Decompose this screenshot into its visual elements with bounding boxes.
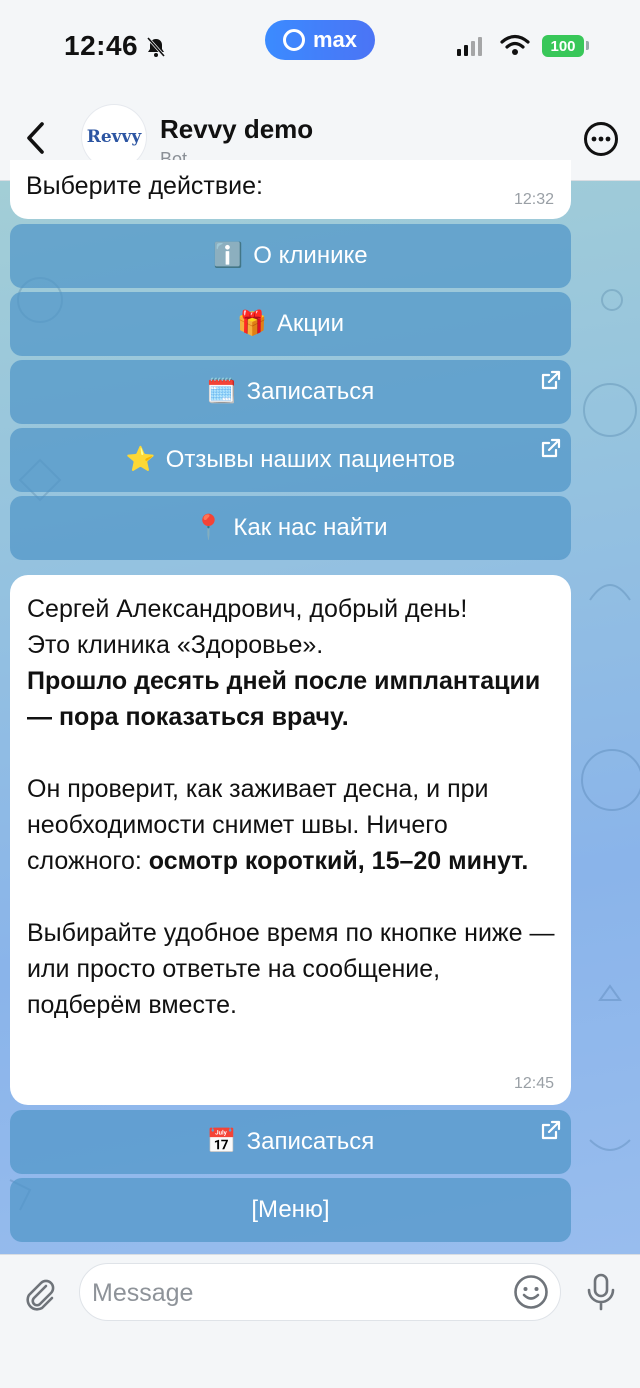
message-bold-text: осмотр короткий, 15–20 минут.: [148, 847, 529, 875]
keyboard-button-label: Как нас найти: [233, 514, 388, 541]
keyboard-button-label: [Меню]: [251, 1196, 330, 1223]
max-app-pill[interactable]: max: [265, 20, 375, 60]
chat-title[interactable]: Revvy demo: [160, 114, 313, 145]
star-icon: ⭐: [125, 446, 156, 473]
back-button[interactable]: [18, 118, 52, 158]
keyboard-button-find-us[interactable]: 📍 Как нас найти: [10, 496, 571, 560]
message-time: 12:32: [513, 191, 554, 208]
external-link-icon: [541, 1120, 561, 1140]
message-input-container[interactable]: [79, 1263, 561, 1322]
smiley-icon[interactable]: [513, 1274, 549, 1310]
message-paragraph: Выбирайте удобное время по кнопке ниже —…: [27, 919, 555, 1019]
battery-tip: [586, 41, 589, 50]
message-input[interactable]: [90, 1264, 494, 1322]
message-line: Сергей Александрович, добрый день!: [27, 595, 468, 623]
keyboard-button-book[interactable]: 📅 Записаться: [10, 1110, 571, 1174]
bell-off-icon: [146, 37, 166, 57]
message-bold-text: Прошло десять дней после имплантации — п…: [27, 667, 541, 731]
keyboard-button-label: Записаться: [246, 1128, 375, 1155]
battery-indicator: 100: [542, 35, 584, 57]
message-text: Выберите действие:: [26, 172, 263, 200]
message-bubble: Сергей Александрович, добрый день! Это к…: [10, 575, 571, 1105]
message-text: Сергей Александрович, добрый день! Это к…: [27, 591, 557, 1023]
status-time: 12:46: [64, 30, 139, 61]
external-link-icon: [541, 438, 561, 458]
keyboard-button-label: Отзывы наших пациентов: [165, 446, 456, 473]
keyboard-button-book[interactable]: 🗓️ Записаться: [10, 360, 571, 424]
pin-icon: 📍: [193, 514, 224, 541]
external-link-icon: [541, 370, 561, 390]
cellular-signal-icon: [457, 36, 482, 56]
microphone-icon[interactable]: [584, 1272, 618, 1312]
chevron-left-icon: [27, 122, 44, 154]
keyboard-button-label: Акции: [276, 310, 344, 337]
calendar-icon: 🗓️: [206, 378, 237, 405]
calendar-icon: 📅: [206, 1128, 237, 1155]
more-circle-icon[interactable]: [583, 121, 619, 157]
message-bubble: Выберите действие: 12:32: [10, 160, 571, 219]
keyboard-button-label: Записаться: [246, 378, 375, 405]
keyboard-button-about-clinic[interactable]: ℹ️ О клинике: [10, 224, 571, 288]
message-line: Это клиника «Здоровье».: [27, 631, 324, 659]
info-icon: ℹ️: [213, 242, 244, 269]
chat-header: 12:46 max 100 Revvy Revvy demo Bot: [0, 0, 640, 181]
keyboard-button-reviews[interactable]: ⭐ Отзывы наших пациентов: [10, 428, 571, 492]
paperclip-icon[interactable]: [20, 1274, 60, 1314]
max-logo-icon: [282, 29, 305, 51]
message-paragraph: Он проверит, как заживает десна, и при н…: [27, 771, 557, 879]
gift-icon: 🎁: [237, 310, 267, 337]
keyboard-button-menu[interactable]: [Меню]: [10, 1178, 571, 1242]
keyboard-button-label: О клинике: [253, 242, 368, 269]
message-time: 12:45: [513, 1075, 554, 1092]
max-label: max: [312, 27, 358, 52]
wifi-icon: [500, 34, 530, 55]
keyboard-button-promotions[interactable]: 🎁 Акции: [10, 292, 571, 356]
